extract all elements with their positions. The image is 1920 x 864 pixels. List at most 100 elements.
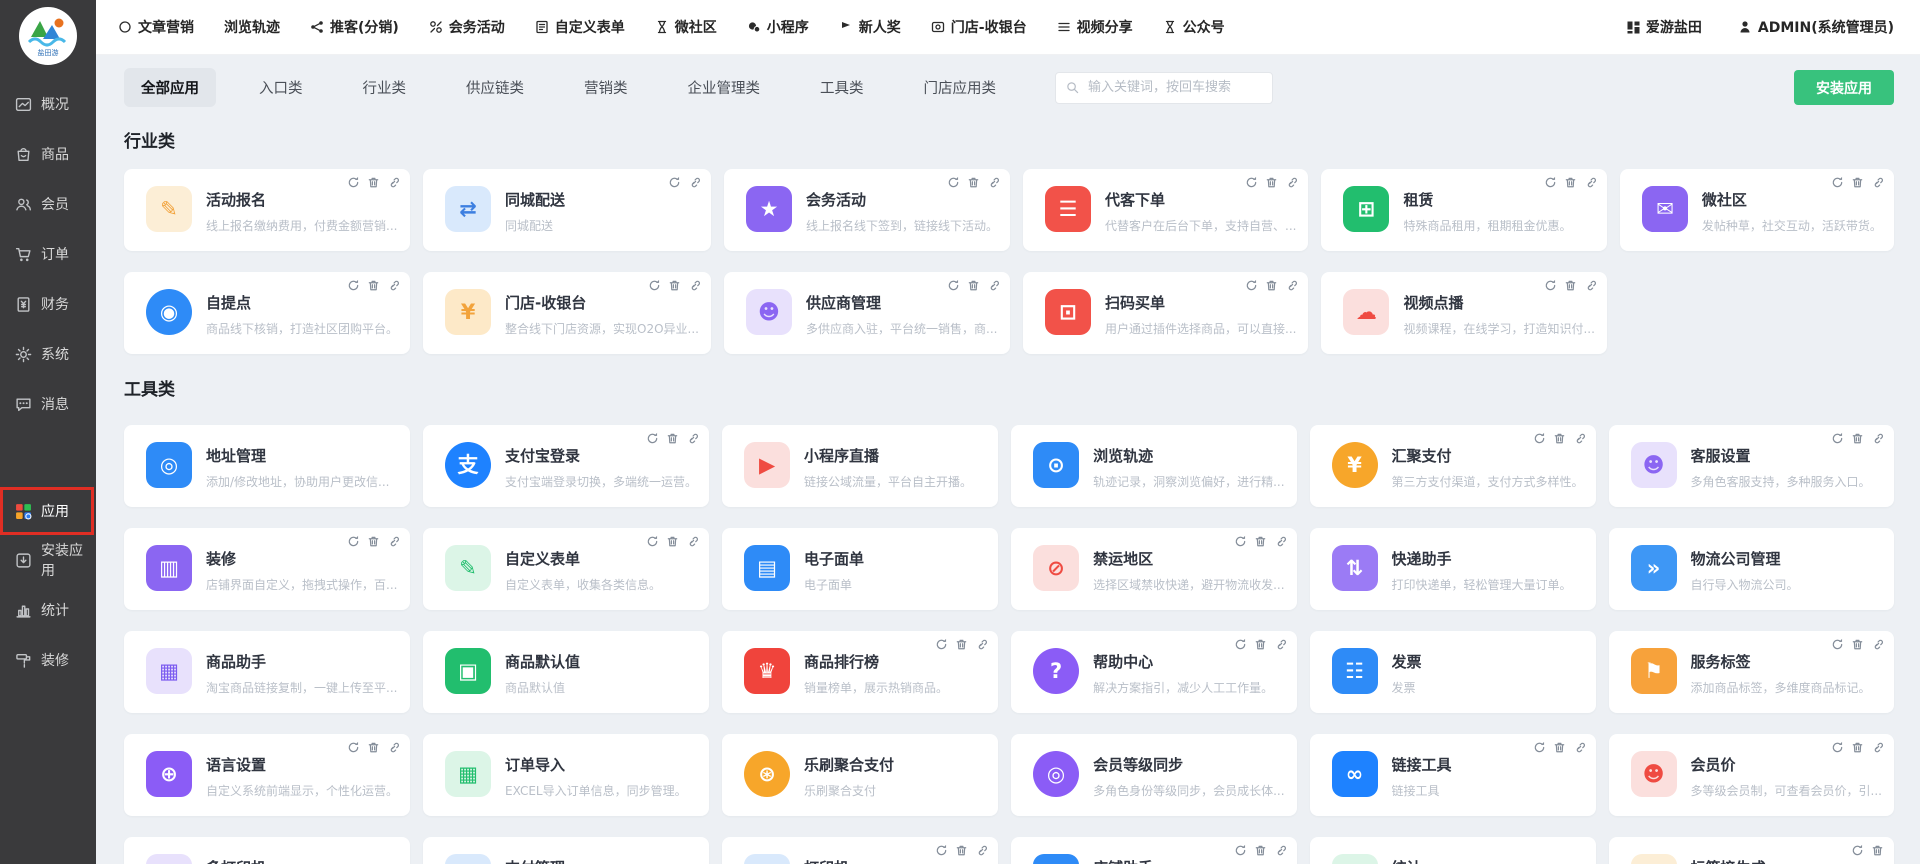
link-icon[interactable] (686, 535, 699, 548)
app-card-地址管理[interactable]: ◎ 地址管理 添加/修改地址，协助用户更改信... (124, 425, 410, 507)
link-icon[interactable] (1871, 741, 1884, 754)
app-card-链接工具[interactable]: ∞ 链接工具 链接工具 (1310, 734, 1596, 816)
app-card-自提点[interactable]: ◉ 自提点 商品线下核销，打造社区团购平台。 (124, 272, 410, 354)
link-icon[interactable] (987, 176, 1000, 189)
refresh-icon[interactable] (947, 176, 960, 189)
link-icon[interactable] (1584, 176, 1597, 189)
app-card-代客下单[interactable]: ☰ 代客下单 代替客户在后台下单，支持自营、... (1023, 169, 1308, 251)
app-card-会务活动[interactable]: ★ 会务活动 线上报名线下签到，链接线下活动。 (724, 169, 1010, 251)
link-icon[interactable] (1285, 279, 1298, 292)
topnav-item[interactable]: 推客(分销) (310, 17, 399, 37)
refresh-icon[interactable] (1533, 432, 1546, 445)
sidebar-item-订单[interactable]: 订单 (0, 229, 96, 279)
sidebar-item-概况[interactable]: 概况 (0, 79, 96, 129)
topnav-item[interactable]: 公众号 (1163, 17, 1225, 37)
link-icon[interactable] (688, 176, 701, 189)
category-tab[interactable]: 全部应用 (124, 68, 216, 107)
category-tab[interactable]: 工具类 (803, 68, 881, 107)
refresh-icon[interactable] (1533, 741, 1546, 754)
refresh-icon[interactable] (1831, 176, 1844, 189)
refresh-icon[interactable] (648, 279, 661, 292)
uninstall-icon[interactable] (1265, 176, 1278, 189)
refresh-icon[interactable] (347, 176, 360, 189)
topnav-item[interactable]: 浏览轨迹 (224, 17, 280, 37)
sidebar-item-会员[interactable]: 会员 (0, 179, 96, 229)
uninstall-icon[interactable] (1564, 176, 1577, 189)
uninstall-icon[interactable] (1265, 279, 1278, 292)
link-icon[interactable] (387, 741, 400, 754)
site-switcher[interactable]: 爱游盐田 (1626, 17, 1702, 37)
uninstall-icon[interactable] (1871, 844, 1884, 857)
topnav-item[interactable]: 门店-收银台 (931, 17, 1027, 37)
link-icon[interactable] (1584, 279, 1597, 292)
category-tab[interactable]: 入口类 (242, 68, 320, 107)
app-card-服务标签[interactable]: ⚑ 服务标签 添加商品标签，多维度商品标记。 (1609, 631, 1894, 713)
refresh-icon[interactable] (347, 279, 360, 292)
search-box[interactable] (1055, 72, 1273, 104)
app-card-发票[interactable]: ☷ 发票 发票 (1310, 631, 1596, 713)
link-icon[interactable] (1871, 432, 1884, 445)
uninstall-icon[interactable] (666, 535, 679, 548)
link-icon[interactable] (1274, 844, 1287, 857)
refresh-icon[interactable] (1544, 279, 1557, 292)
app-card-租赁[interactable]: ⊞ 租赁 特殊商品租用，租期租金优惠。 (1321, 169, 1606, 251)
refresh-icon[interactable] (1245, 176, 1258, 189)
uninstall-icon[interactable] (967, 279, 980, 292)
category-tab[interactable]: 供应链类 (449, 68, 541, 107)
refresh-icon[interactable] (1245, 279, 1258, 292)
uninstall-icon[interactable] (1553, 741, 1566, 754)
refresh-icon[interactable] (1831, 432, 1844, 445)
app-card-商品助手[interactable]: ▦ 商品助手 淘宝商品链接复制，一键上传至平... (124, 631, 410, 713)
app-card-同城配送[interactable]: ⇄ 同城配送 同城配送 (423, 169, 711, 251)
install-app-button[interactable]: 安装应用 (1794, 70, 1894, 105)
app-card-店铺助手[interactable]: ⌂ 店铺助手 (1011, 837, 1296, 864)
refresh-icon[interactable] (347, 741, 360, 754)
refresh-icon[interactable] (1234, 844, 1247, 857)
app-card-多打印机[interactable]: ⊞ 多打印机 (124, 837, 410, 864)
uninstall-icon[interactable] (1553, 432, 1566, 445)
link-icon[interactable] (387, 176, 400, 189)
link-icon[interactable] (387, 535, 400, 548)
uninstall-icon[interactable] (1254, 535, 1267, 548)
link-icon[interactable] (975, 844, 988, 857)
user-menu[interactable]: ADMIN(系统管理员) (1738, 17, 1894, 37)
refresh-icon[interactable] (935, 638, 948, 651)
category-tab[interactable]: 企业管理类 (671, 68, 778, 107)
uninstall-icon[interactable] (1254, 844, 1267, 857)
refresh-icon[interactable] (1851, 844, 1864, 857)
refresh-icon[interactable] (947, 279, 960, 292)
link-icon[interactable] (387, 279, 400, 292)
uninstall-icon[interactable] (668, 279, 681, 292)
app-card-支付宝登录[interactable]: 支 支付宝登录 支付宝端登录切换，多端统一运营。 (423, 425, 709, 507)
topnav-item[interactable]: 文章营销 (118, 17, 194, 37)
app-card-统计[interactable]: ▥ 统计 (1310, 837, 1596, 864)
app-card-供应商管理[interactable]: ☻ 供应商管理 多供应商入驻，平台统一销售，商... (724, 272, 1010, 354)
app-card-扫码买单[interactable]: ⊡ 扫码买单 用户通过插件选择商品，可以直接... (1023, 272, 1308, 354)
topnav-item[interactable]: 新人奖 (839, 17, 901, 37)
sidebar-item-消息[interactable]: 消息 (0, 379, 96, 429)
topnav-item[interactable]: 自定义表单 (535, 17, 625, 37)
uninstall-icon[interactable] (955, 844, 968, 857)
sidebar-item-财务[interactable]: 财务 (0, 279, 96, 329)
app-card-微社区[interactable]: ✉ 微社区 发帖种草，社交互动，活跃带货。 (1620, 169, 1894, 251)
search-input[interactable] (1086, 79, 1262, 96)
link-icon[interactable] (688, 279, 701, 292)
uninstall-icon[interactable] (1564, 279, 1577, 292)
uninstall-icon[interactable] (1851, 176, 1864, 189)
app-card-打印机[interactable]: ⊟ 打印机 (722, 837, 998, 864)
link-icon[interactable] (1285, 176, 1298, 189)
app-card-帮助中心[interactable]: ? 帮助中心 解决方案指引，减少人工工作量。 (1011, 631, 1296, 713)
app-card-标签接生成[interactable]: ▧ 标签接生成 (1609, 837, 1894, 864)
link-icon[interactable] (1573, 741, 1586, 754)
sidebar-item-应用[interactable]: 应用 (0, 487, 94, 535)
uninstall-icon[interactable] (1254, 638, 1267, 651)
refresh-icon[interactable] (1831, 741, 1844, 754)
refresh-icon[interactable] (935, 844, 948, 857)
app-card-订单导入[interactable]: ▦ 订单导入 EXCEL导入订单信息，同步管理。 (423, 734, 709, 816)
app-card-物流公司管理[interactable]: » 物流公司管理 自行导入物流公司。 (1609, 528, 1894, 610)
app-card-语言设置[interactable]: ⊕ 语言设置 自定义系统前端显示，个性化运营。 (124, 734, 410, 816)
topnav-item[interactable]: 小程序 (747, 17, 809, 37)
link-icon[interactable] (1274, 535, 1287, 548)
app-card-活动报名[interactable]: ✎ 活动报名 线上报名缴纳费用，付费金额营销... (124, 169, 410, 251)
refresh-icon[interactable] (1831, 638, 1844, 651)
